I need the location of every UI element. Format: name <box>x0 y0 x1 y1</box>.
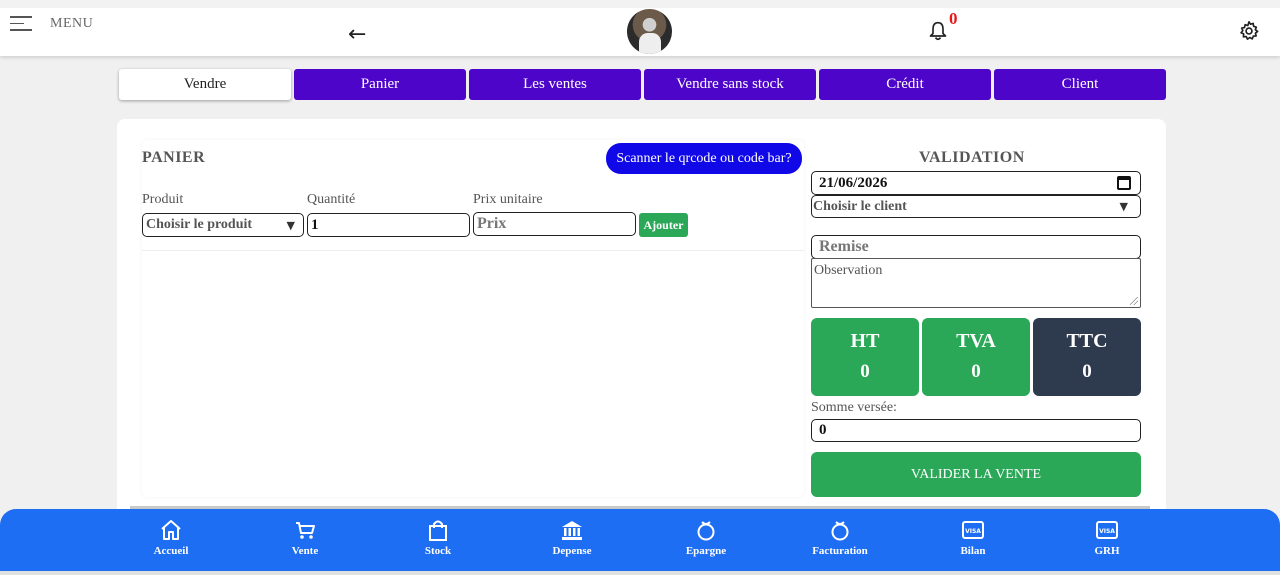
bell-icon[interactable] <box>928 20 948 42</box>
arrow-left-icon[interactable]: ← <box>348 24 366 46</box>
hamburger-menu-icon[interactable] <box>10 16 32 32</box>
nav-stock-label: Stock <box>424 545 452 557</box>
tab-panier[interactable]: Panier <box>294 69 466 100</box>
nav-vente-label: Vente <box>291 545 319 557</box>
cart-icon <box>296 522 315 539</box>
calendar-icon[interactable] <box>1117 176 1131 190</box>
nav-facturation-label: Facturation <box>812 545 868 557</box>
nav-grh[interactable]: VISA GRH <box>1067 519 1147 557</box>
visa-card-icon: VISA <box>1096 521 1118 539</box>
nav-accueil-label: Accueil <box>153 545 189 557</box>
tab-credit[interactable]: Crédit <box>819 69 991 100</box>
remise-input[interactable]: Remise <box>811 235 1141 259</box>
add-button[interactable]: Ajouter <box>639 213 688 237</box>
paid-input[interactable]: 0 <box>811 419 1141 442</box>
observation-textarea[interactable]: Observation <box>811 258 1141 308</box>
home-icon <box>161 520 181 540</box>
price-label: Prix unitaire <box>473 192 543 207</box>
quantity-input[interactable]: 1 <box>307 213 470 237</box>
nav-bilan-label: Bilan <box>960 545 986 557</box>
apple-icon <box>697 521 715 541</box>
bank-icon <box>562 521 582 540</box>
bag-icon <box>429 520 447 541</box>
tab-vendre-sans-stock[interactable]: Vendre sans stock <box>644 69 816 100</box>
total-tva-label: TVA <box>956 330 996 352</box>
total-ttc-value: 0 <box>1082 361 1092 382</box>
nav-accueil[interactable]: Accueil <box>131 519 211 557</box>
visa-card-icon: VISA <box>962 521 984 539</box>
tab-vendre[interactable]: Vendre <box>119 69 291 100</box>
date-value: 21/06/2026 <box>819 174 888 191</box>
chevron-down-icon: ▼ <box>1119 200 1128 213</box>
nav-depense-label: Depense <box>552 545 592 557</box>
nav-stock[interactable]: Stock <box>398 519 478 557</box>
total-ttc-card: TTC 0 <box>1033 318 1141 396</box>
validation-title: VALIDATION <box>919 149 1025 166</box>
nav-epargne[interactable]: Epargne <box>666 519 746 557</box>
total-ht-label: HT <box>850 330 880 352</box>
notification-count: 0 <box>949 9 958 28</box>
nav-epargne-label: Epargne <box>685 545 727 557</box>
price-input[interactable]: Prix <box>473 212 636 236</box>
bottom-edge <box>0 571 1280 575</box>
product-label: Produit <box>142 192 184 207</box>
nav-grh-label: GRH <box>1094 545 1120 557</box>
client-select-value: Choisir le client <box>813 198 907 214</box>
total-tva-value: 0 <box>971 361 981 382</box>
total-tva-card: TVA 0 <box>922 318 1030 396</box>
panier-title: PANIER <box>142 149 206 166</box>
divider <box>142 250 804 251</box>
total-ht-value: 0 <box>860 361 870 382</box>
gear-icon[interactable] <box>1238 20 1260 42</box>
nav-vente[interactable]: Vente <box>265 519 345 557</box>
avatar[interactable] <box>627 9 672 54</box>
top-bar: MENU ← 0 <box>0 0 1280 56</box>
chevron-down-icon: ▼ <box>286 218 295 232</box>
product-select[interactable]: Choisir le produit ▼ <box>142 213 304 237</box>
tab-client[interactable]: Client <box>994 69 1166 100</box>
menu-label[interactable]: MENU <box>50 16 93 32</box>
nav-facturation[interactable]: Facturation <box>800 519 880 557</box>
paid-label: Somme versée: <box>811 400 897 415</box>
tab-les-ventes[interactable]: Les ventes <box>469 69 641 100</box>
scan-button[interactable]: Scanner le qrcode ou code bar? <box>606 143 802 174</box>
resize-grip-icon[interactable] <box>1130 297 1138 305</box>
quantity-label: Quantité <box>307 192 356 207</box>
svg-text:VISA: VISA <box>1099 528 1115 535</box>
total-ttc-label: TTC <box>1066 330 1108 352</box>
submit-sale-button[interactable]: VALIDER LA VENTE <box>811 452 1141 497</box>
tab-bar: Vendre Panier Les ventes Vendre sans sto… <box>119 69 1166 100</box>
apple-icon <box>831 521 849 541</box>
nav-bilan[interactable]: VISA Bilan <box>933 519 1013 557</box>
svg-text:VISA: VISA <box>965 528 981 535</box>
nav-depense[interactable]: Depense <box>532 519 612 557</box>
observation-placeholder: Observation <box>814 263 883 278</box>
total-ht-card: HT 0 <box>811 318 919 396</box>
client-select[interactable]: Choisir le client ▼ <box>811 195 1141 218</box>
date-input[interactable]: 21/06/2026 <box>811 171 1141 195</box>
product-select-value: Choisir le produit <box>146 217 253 232</box>
